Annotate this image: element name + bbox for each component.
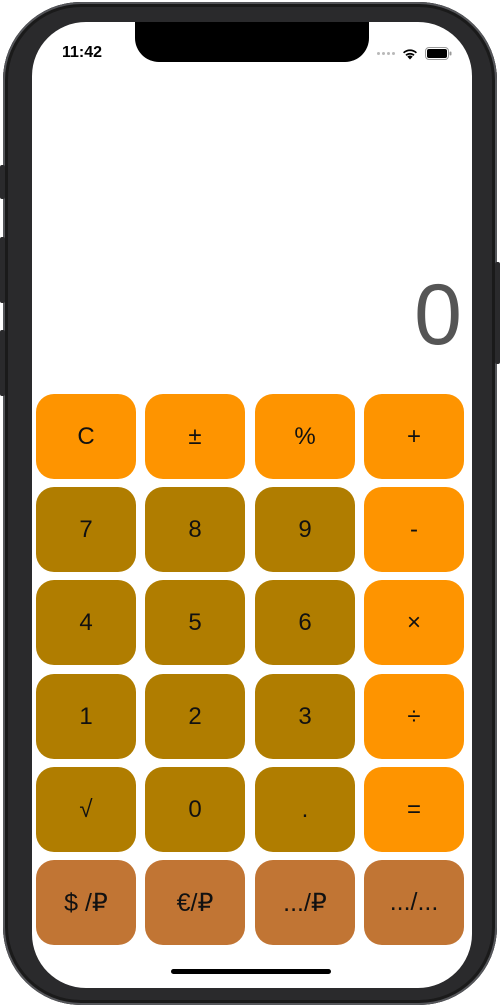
decimal-point-button[interactable]: . (255, 767, 355, 852)
digit-0-button[interactable]: 0 (145, 767, 245, 852)
digit-7-button[interactable]: 7 (36, 487, 136, 572)
digit-3-button[interactable]: 3 (255, 674, 355, 759)
digit-9-button[interactable]: 9 (255, 487, 355, 572)
power-button (495, 262, 500, 364)
silent-switch (0, 165, 5, 199)
multiply-button[interactable]: × (364, 580, 464, 665)
digit-1-button[interactable]: 1 (36, 674, 136, 759)
equals-button[interactable]: = (364, 767, 464, 852)
home-indicator[interactable] (171, 969, 331, 974)
plus-button[interactable]: + (364, 394, 464, 479)
digit-8-button[interactable]: 8 (145, 487, 245, 572)
percent-button[interactable]: % (255, 394, 355, 479)
status-icons (377, 44, 452, 62)
volume-down-button (0, 330, 5, 396)
status-time: 11:42 (62, 44, 103, 61)
clear-button[interactable]: C (36, 394, 136, 479)
battery-icon (425, 46, 452, 60)
digit-4-button[interactable]: 4 (36, 580, 136, 665)
minus-button[interactable]: - (364, 487, 464, 572)
sign-toggle-button[interactable]: ± (145, 394, 245, 479)
screen: 11:42 0 C ± % + 7 8 9 - 4 5 6 × 1 2 3 ÷ … (32, 22, 472, 988)
divide-button[interactable]: ÷ (364, 674, 464, 759)
digit-2-button[interactable]: 2 (145, 674, 245, 759)
custom-currency-button[interactable]: .../... (364, 860, 464, 945)
volume-up-button (0, 237, 5, 303)
eur-rub-button[interactable]: €/₽ (145, 860, 245, 945)
usd-rub-button[interactable]: $ /₽ (36, 860, 136, 945)
cellular-signal-icon (377, 51, 395, 55)
digit-5-button[interactable]: 5 (145, 580, 245, 665)
square-root-button[interactable]: √ (36, 767, 136, 852)
notch (135, 22, 369, 62)
wifi-icon (403, 48, 417, 59)
digit-6-button[interactable]: 6 (255, 580, 355, 665)
custom-to-rub-button[interactable]: .../₽ (255, 860, 355, 945)
result-display: 0 (414, 267, 462, 363)
